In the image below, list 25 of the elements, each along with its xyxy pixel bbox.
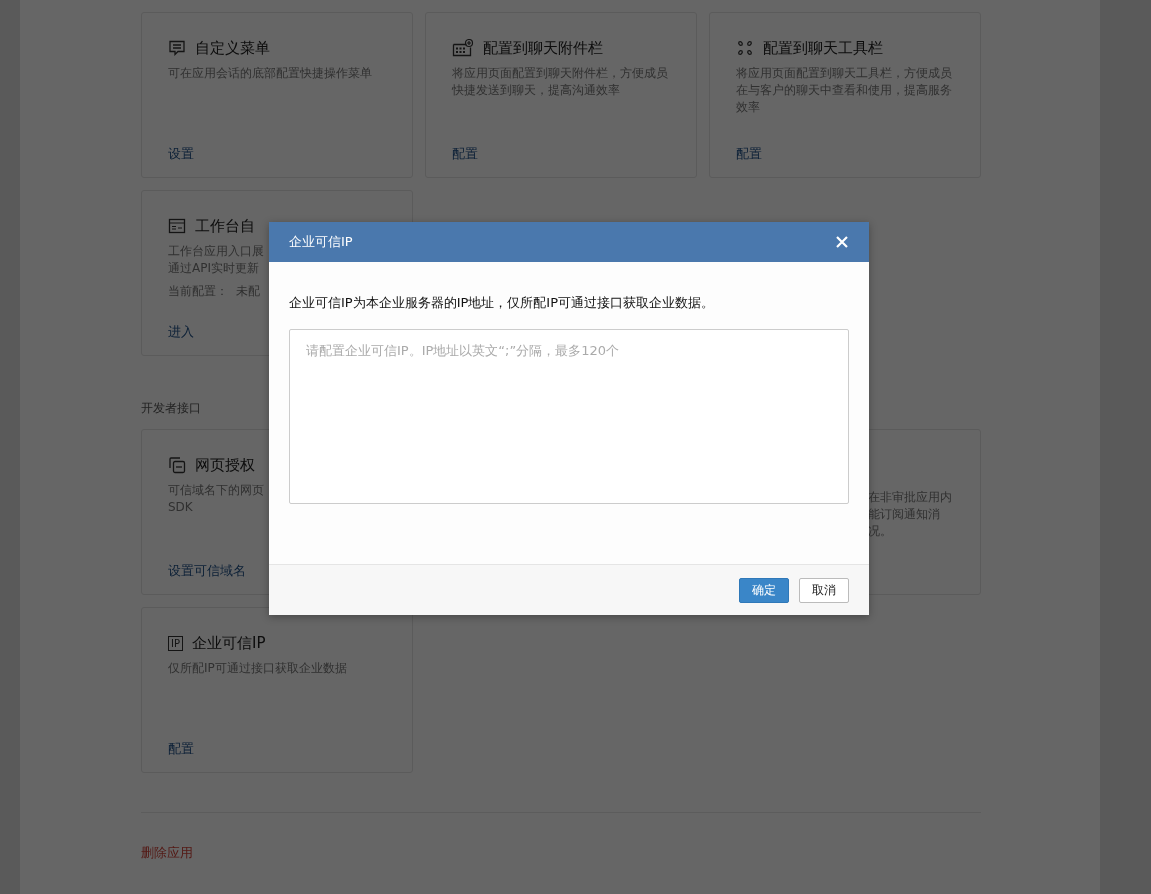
ip-icon: IP [168,635,183,651]
card-action-link[interactable]: 设置可信域名 [168,562,246,580]
dialog-description: 企业可信IP为本企业服务器的IP地址，仅所配IP可通过接口获取企业数据。 [289,294,716,312]
overlap-squares-icon [168,456,186,474]
card-title: 自定义菜单 [195,38,270,58]
ip-input-field[interactable]: 请配置企业可信IP。IP地址以英文“;”分隔，最多120个 [289,329,849,504]
card-action-link[interactable]: 配置 [452,145,478,163]
dialog-title: 企业可信IP [289,233,353,251]
close-icon[interactable] [835,235,849,249]
card-title: 配置到聊天工具栏 [763,38,883,58]
card-title: 网页授权 [195,455,255,475]
message-icon [168,39,186,57]
cancel-button[interactable]: 取消 [799,577,849,603]
confirm-button[interactable]: 确定 [739,577,789,603]
card-title: 企业可信IP [192,633,266,653]
card-action-link[interactable]: 配置 [168,740,194,758]
card-action-link[interactable]: 配置 [736,145,762,163]
card-action-link[interactable]: 进入 [168,323,194,341]
card-action-link[interactable]: 设置 [168,145,194,163]
card-title: 工作台自 [195,216,255,236]
delete-app-link[interactable]: 删除应用 [141,844,193,862]
window-icon [168,217,186,235]
section-title: 开发者接口 [141,400,202,417]
keypad-plus-icon [452,39,474,57]
card-title: 配置到聊天附件栏 [483,38,603,58]
